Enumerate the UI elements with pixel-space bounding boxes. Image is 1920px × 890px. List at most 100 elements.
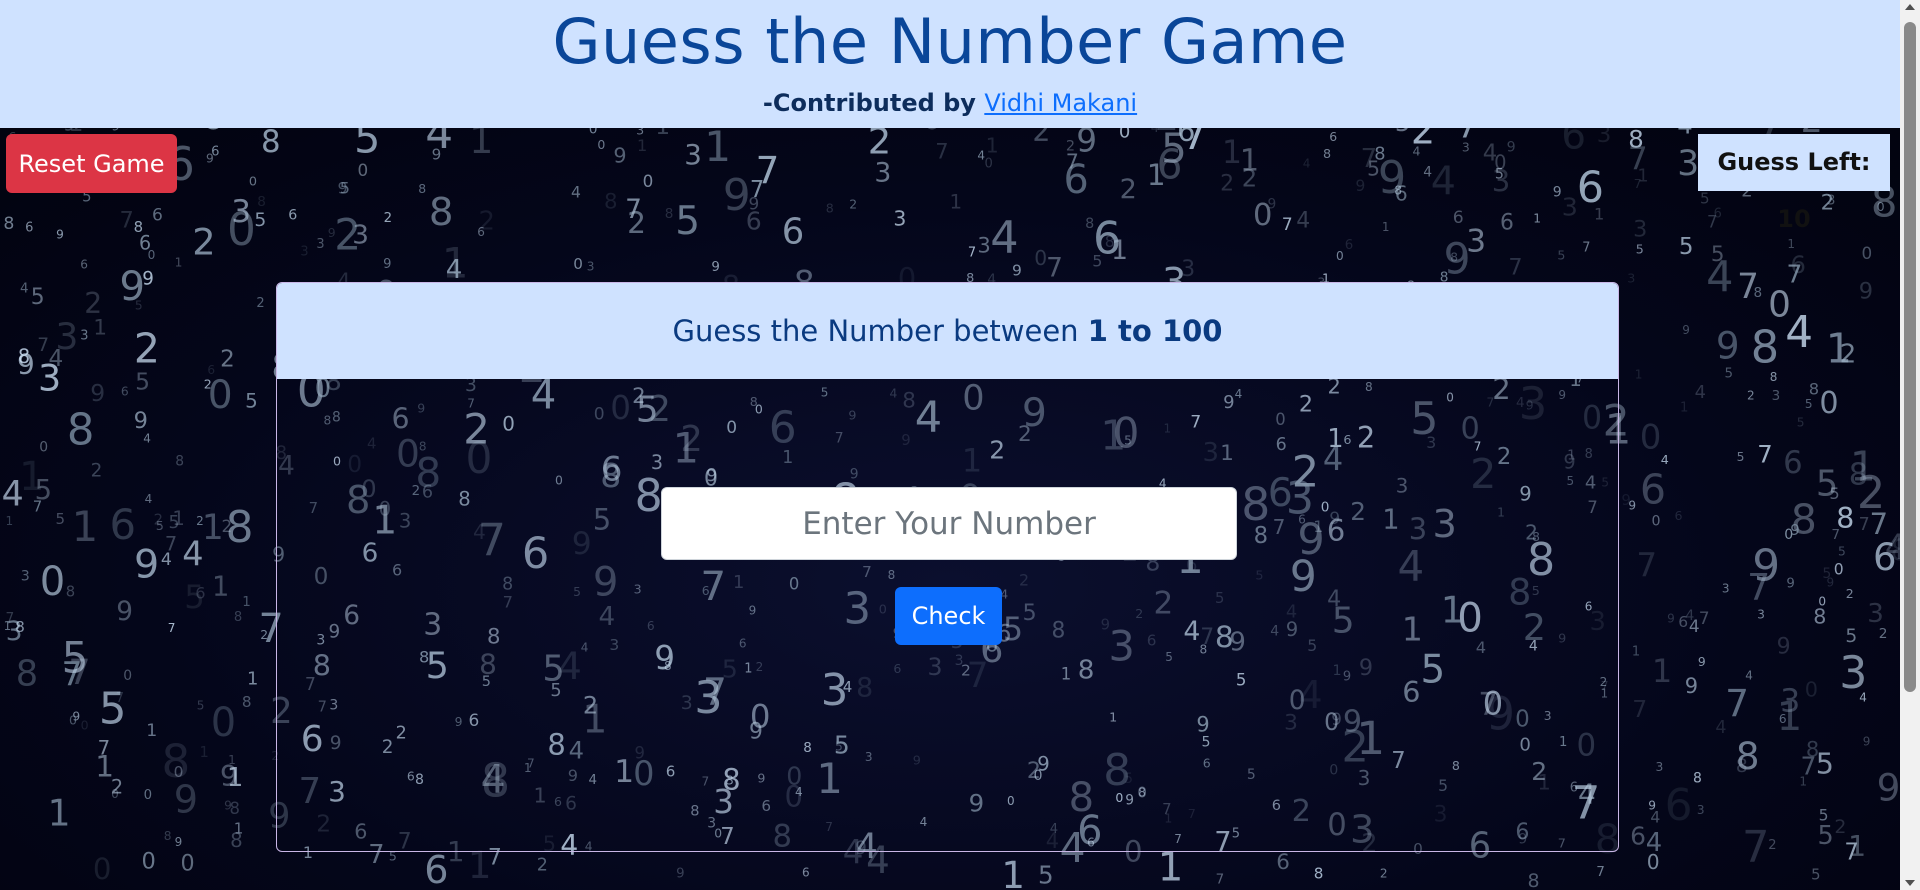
svg-text:1: 1: [704, 128, 731, 171]
svg-text:8: 8: [1314, 864, 1324, 882]
svg-text:7: 7: [1457, 128, 1479, 147]
svg-text:3: 3: [893, 206, 906, 230]
svg-text:9: 9: [383, 257, 391, 272]
svg-text:1: 1: [175, 255, 183, 269]
svg-text:5: 5: [1395, 128, 1411, 137]
svg-text:9: 9: [1012, 261, 1022, 279]
svg-text:9: 9: [90, 379, 105, 407]
svg-text:5: 5: [1557, 248, 1565, 263]
svg-text:6: 6: [477, 225, 485, 239]
svg-text:9: 9: [142, 269, 154, 290]
svg-text:4: 4: [145, 492, 153, 506]
svg-text:7: 7: [1699, 609, 1710, 629]
scroll-up-arrow-icon[interactable]: [1905, 4, 1915, 10]
svg-text:9: 9: [1667, 611, 1675, 625]
svg-text:6: 6: [1329, 129, 1337, 144]
vertical-scrollbar[interactable]: [1900, 0, 1920, 890]
svg-text:8: 8: [1693, 771, 1702, 787]
svg-text:7: 7: [1859, 515, 1870, 535]
svg-text:2: 2: [84, 287, 102, 320]
svg-text:7: 7: [1582, 241, 1590, 256]
svg-text:1: 1: [1632, 644, 1640, 659]
svg-text:4: 4: [1151, 128, 1159, 136]
svg-text:9: 9: [56, 227, 64, 241]
svg-text:1: 1: [1001, 854, 1025, 890]
svg-text:5: 5: [197, 699, 205, 713]
svg-text:1: 1: [227, 763, 243, 793]
svg-text:4: 4: [1695, 382, 1706, 403]
svg-text:3: 3: [1597, 128, 1612, 148]
check-button[interactable]: Check: [895, 587, 1002, 645]
svg-text:7: 7: [168, 621, 176, 635]
svg-text:3: 3: [1722, 582, 1730, 596]
svg-text:6: 6: [110, 500, 137, 549]
svg-text:2: 2: [1747, 389, 1755, 403]
svg-text:2: 2: [220, 347, 235, 373]
scrollbar-thumb[interactable]: [1904, 22, 1916, 692]
svg-text:3: 3: [316, 237, 324, 252]
svg-text:4: 4: [990, 212, 1018, 264]
svg-text:4: 4: [1483, 140, 1498, 166]
svg-text:4: 4: [1650, 809, 1660, 827]
svg-text:8: 8: [1528, 870, 1540, 890]
svg-text:6: 6: [802, 866, 810, 880]
svg-text:7: 7: [120, 208, 134, 234]
prompt-range: 1 to 100: [1087, 314, 1223, 348]
svg-text:7: 7: [1737, 267, 1759, 307]
svg-text:3: 3: [21, 569, 30, 585]
svg-text:1: 1: [469, 128, 493, 163]
svg-text:1: 1: [1147, 158, 1166, 193]
svg-text:6: 6: [1675, 508, 1683, 523]
svg-text:7: 7: [1636, 547, 1657, 585]
svg-text:9: 9: [1716, 323, 1740, 367]
svg-text:7: 7: [1182, 128, 1207, 159]
svg-text:9: 9: [134, 408, 148, 434]
svg-text:3: 3: [1633, 216, 1647, 242]
svg-text:7: 7: [935, 139, 948, 163]
svg-text:1: 1: [1222, 135, 1242, 171]
svg-text:5: 5: [675, 199, 700, 244]
scroll-down-arrow-icon[interactable]: [1905, 880, 1915, 886]
number-input[interactable]: [661, 487, 1237, 560]
svg-text:8: 8: [16, 654, 38, 695]
svg-text:5: 5: [245, 390, 258, 413]
svg-text:0: 0: [358, 160, 369, 180]
svg-text:6: 6: [1500, 210, 1514, 235]
svg-text:3: 3: [1677, 144, 1699, 184]
svg-text:8: 8: [242, 693, 252, 711]
svg-text:0: 0: [201, 128, 226, 139]
svg-text:8: 8: [230, 799, 240, 818]
svg-text:4: 4: [143, 431, 151, 445]
svg-text:1: 1: [637, 136, 647, 155]
svg-text:9: 9: [432, 145, 442, 163]
svg-text:2: 2: [1380, 867, 1388, 881]
svg-text:7: 7: [1757, 439, 1772, 468]
svg-text:9: 9: [134, 542, 159, 588]
reset-game-button[interactable]: Reset Game: [6, 134, 177, 193]
svg-text:7: 7: [165, 533, 177, 556]
contributor-link[interactable]: Vidhi Makani: [984, 89, 1137, 117]
svg-text:0: 0: [1336, 249, 1344, 263]
svg-text:7: 7: [1046, 253, 1063, 284]
svg-text:3: 3: [1466, 224, 1486, 260]
svg-text:9: 9: [1507, 139, 1516, 155]
svg-text:4: 4: [1677, 128, 1692, 140]
svg-text:5: 5: [354, 128, 380, 162]
svg-text:0: 0: [1834, 561, 1844, 579]
svg-text:0: 0: [1819, 386, 1838, 421]
svg-text:7: 7: [1508, 255, 1522, 281]
svg-text:5: 5: [1636, 242, 1644, 257]
svg-text:9: 9: [711, 260, 720, 275]
svg-text:9: 9: [1859, 279, 1873, 305]
svg-text:9: 9: [206, 151, 214, 165]
svg-text:1: 1: [1382, 220, 1390, 234]
svg-text:4: 4: [1646, 828, 1662, 858]
svg-text:8: 8: [826, 201, 834, 216]
svg-text:5: 5: [1845, 626, 1857, 647]
svg-text:0: 0: [69, 712, 77, 727]
svg-text:4: 4: [20, 282, 29, 297]
svg-text:5: 5: [1711, 242, 1725, 267]
svg-text:0: 0: [1640, 417, 1662, 457]
svg-text:3: 3: [1627, 271, 1635, 286]
svg-text:0: 0: [1768, 284, 1791, 325]
